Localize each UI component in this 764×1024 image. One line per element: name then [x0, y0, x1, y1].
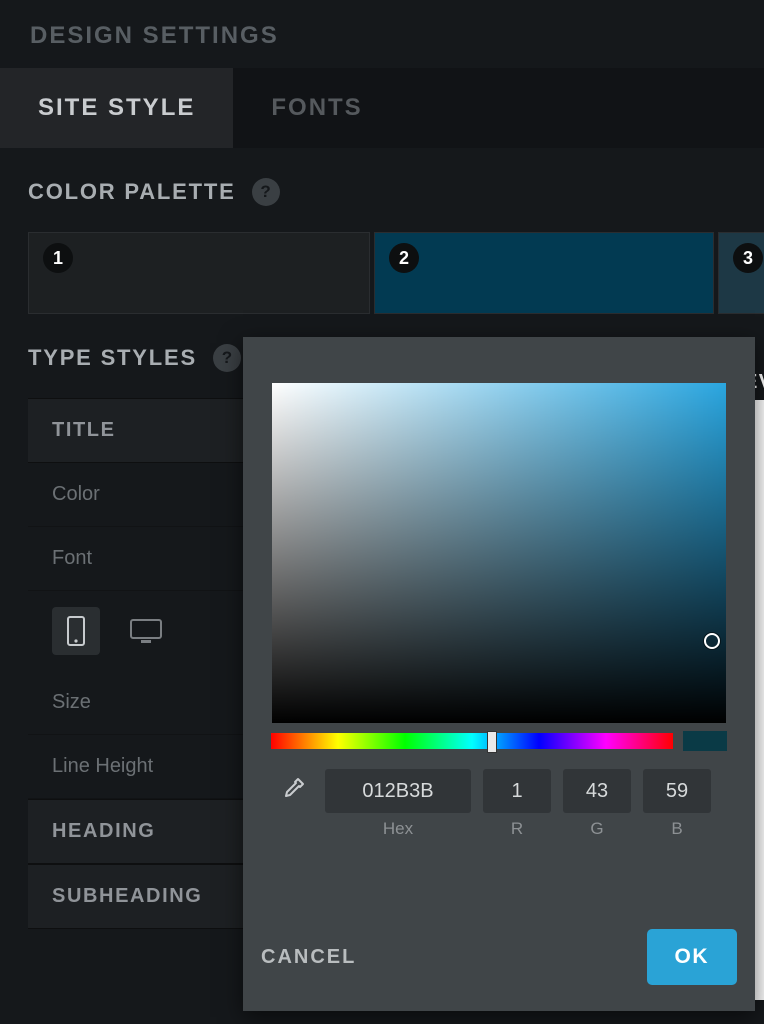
- tab-site-style[interactable]: SITE STYLE: [0, 68, 233, 148]
- desktop-icon[interactable]: [122, 607, 170, 655]
- type-styles-title: TYPE STYLES: [28, 345, 197, 371]
- help-icon[interactable]: ?: [252, 178, 280, 206]
- hex-input[interactable]: [325, 769, 471, 813]
- hue-thumb[interactable]: [487, 731, 497, 753]
- ok-button[interactable]: OK: [647, 929, 738, 985]
- tabs: SITE STYLE FONTS: [0, 68, 764, 148]
- g-label: G: [590, 819, 603, 839]
- tab-fonts[interactable]: FONTS: [233, 68, 400, 148]
- sv-cursor[interactable]: [704, 633, 720, 649]
- hue-slider[interactable]: [271, 733, 673, 749]
- cancel-button[interactable]: CANCEL: [261, 946, 356, 969]
- color-palette: 1 2 3: [28, 232, 736, 314]
- help-icon[interactable]: ?: [213, 344, 241, 372]
- swatch-2[interactable]: 2: [374, 232, 714, 314]
- b-label: B: [671, 819, 682, 839]
- color-palette-title: COLOR PALETTE: [28, 179, 236, 205]
- saturation-value-field[interactable]: [272, 383, 726, 723]
- swatch-number: 3: [733, 243, 763, 273]
- swatch-1[interactable]: 1: [28, 232, 370, 314]
- b-input[interactable]: [643, 769, 711, 813]
- current-color-swatch: [683, 731, 727, 751]
- swatch-3[interactable]: 3: [718, 232, 764, 314]
- r-input[interactable]: [483, 769, 551, 813]
- g-input[interactable]: [563, 769, 631, 813]
- r-label: R: [511, 819, 523, 839]
- hex-label: Hex: [383, 819, 413, 839]
- page-title: DESIGN SETTINGS: [0, 0, 764, 68]
- mobile-icon[interactable]: [52, 607, 100, 655]
- swatch-number: 2: [389, 243, 419, 273]
- color-picker: Hex R G B CANCEL OK: [243, 337, 755, 1011]
- swatch-number: 1: [43, 243, 73, 273]
- eyedropper-icon[interactable]: [271, 769, 313, 811]
